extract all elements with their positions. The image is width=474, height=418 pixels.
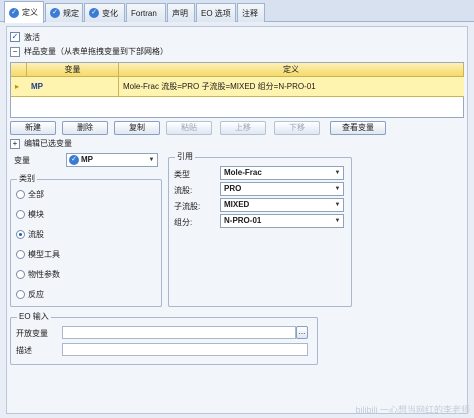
check-circle-icon: ✓ <box>89 8 99 18</box>
reference-stream-select[interactable]: PRO ▼ <box>220 182 344 196</box>
tab-fortran[interactable]: Fortran <box>126 3 166 22</box>
eo-input-group: EO 输入 <box>10 312 318 365</box>
chevron-down-icon: ▼ <box>334 218 341 224</box>
tab-eo-options[interactable]: EO 选项 <box>196 3 236 22</box>
radio-property-parameters-label: 物性参数 <box>28 270 60 279</box>
radio-block-label: 模块 <box>28 210 44 219</box>
chevron-down-icon: ▼ <box>148 157 155 163</box>
description-input[interactable] <box>62 343 308 356</box>
grid-corner <box>11 63 27 77</box>
radio-reaction[interactable] <box>16 290 25 299</box>
move-up-button[interactable]: 上移 <box>220 121 266 135</box>
radio-all[interactable] <box>16 190 25 199</box>
sample-variables-grid[interactable]: 变量 定义 ▸ MP Mole-Frac 流股=PRO 子流股=MIXED 组分… <box>10 62 464 118</box>
delete-button[interactable]: 删除 <box>62 121 108 135</box>
check-circle-icon: ✓ <box>9 7 19 18</box>
open-variable-label: 开放变量 <box>16 329 48 338</box>
description-label: 描述 <box>16 346 32 355</box>
row-pointer-icon: ▸ <box>15 82 20 91</box>
variable-select[interactable]: ✓ MP ▼ <box>66 153 158 167</box>
activate-checkbox[interactable]: ✓ <box>10 32 20 42</box>
radio-model-utility[interactable] <box>16 250 25 259</box>
row-definition-cell[interactable]: Mole-Frac 流股=PRO 子流股=MIXED 组分=N-PRO-01 <box>119 77 464 97</box>
reference-type-value: Mole-Frac <box>224 168 262 177</box>
watermark: bilibili 一心想当网红的李老师 <box>355 405 470 415</box>
chevron-down-icon: ▼ <box>334 202 341 208</box>
category-legend: 类别 <box>17 174 37 184</box>
reference-component-value: N-PRO-01 <box>224 216 262 225</box>
radio-block[interactable] <box>16 210 25 219</box>
tab-definition[interactable]: ✓ 定义 <box>4 1 44 23</box>
reference-stream-value: PRO <box>224 184 242 193</box>
expand-icon[interactable]: + <box>10 139 20 149</box>
open-variable-input[interactable] <box>62 326 296 339</box>
new-button[interactable]: 新建 <box>10 121 56 135</box>
radio-stream[interactable] <box>16 230 25 239</box>
check-circle-icon: ✓ <box>69 155 79 165</box>
reference-substream-select[interactable]: MIXED ▼ <box>220 198 344 212</box>
tab-label: 声明 <box>172 8 188 18</box>
variable-value: MP <box>81 155 93 164</box>
tab-bar: ✓ 定义 ✓ 规定 ✓ 变化 Fortran 声明 EO 选项 注释 <box>0 0 474 23</box>
paste-button[interactable]: 粘贴 <box>166 121 212 135</box>
radio-model-utility-label: 模型工具 <box>28 250 60 259</box>
collapse-icon[interactable]: − <box>10 47 20 57</box>
open-variable-browse-button[interactable]: ... <box>296 326 308 339</box>
radio-reaction-label: 反应 <box>28 290 44 299</box>
radio-all-label: 全部 <box>28 190 44 199</box>
tab-label: 变化 <box>102 8 118 18</box>
reference-stream-label: 流股: <box>174 186 193 195</box>
tab-declarations[interactable]: 声明 <box>167 3 195 22</box>
eo-input-legend: EO 输入 <box>17 312 51 322</box>
tab-label: Fortran <box>131 8 157 18</box>
activate-label: 激活 <box>24 33 40 42</box>
tab-label: 定义 <box>22 8 38 17</box>
variable-label: 变量 <box>14 156 30 165</box>
edit-selected-label: 编辑已选变量 <box>24 139 72 148</box>
column-header-definition[interactable]: 定义 <box>119 63 464 77</box>
tab-label: 规定 <box>63 8 79 18</box>
move-down-button[interactable]: 下移 <box>274 121 320 135</box>
row-variable-cell[interactable]: MP <box>27 77 119 97</box>
copy-button[interactable]: 复制 <box>114 121 160 135</box>
column-header-variable[interactable]: 变量 <box>27 63 119 77</box>
tab-label: EO 选项 <box>201 8 231 18</box>
sample-variables-label: 样品变量（从表单拖拽变量到下部网格） <box>24 47 168 56</box>
radio-property-parameters[interactable] <box>16 270 25 279</box>
reference-legend: 引用 <box>175 152 195 162</box>
chevron-down-icon: ▼ <box>334 170 341 176</box>
view-variables-button[interactable]: 查看变量 <box>330 121 386 135</box>
reference-type-select[interactable]: Mole-Frac ▼ <box>220 166 344 180</box>
tab-comments[interactable]: 注释 <box>237 3 265 22</box>
radio-stream-label: 流股 <box>28 230 44 239</box>
reference-substream-value: MIXED <box>224 200 250 209</box>
reference-type-label: 类型 <box>174 170 190 179</box>
reference-component-label: 组分: <box>174 218 193 227</box>
tab-vary[interactable]: ✓ 变化 <box>84 3 125 22</box>
tab-specification[interactable]: ✓ 规定 <box>45 3 83 22</box>
chevron-down-icon: ▼ <box>334 186 341 192</box>
check-circle-icon: ✓ <box>50 8 60 18</box>
reference-component-select[interactable]: N-PRO-01 ▼ <box>220 214 344 228</box>
reference-substream-label: 子流股: <box>174 202 201 211</box>
tab-label: 注释 <box>242 8 258 18</box>
